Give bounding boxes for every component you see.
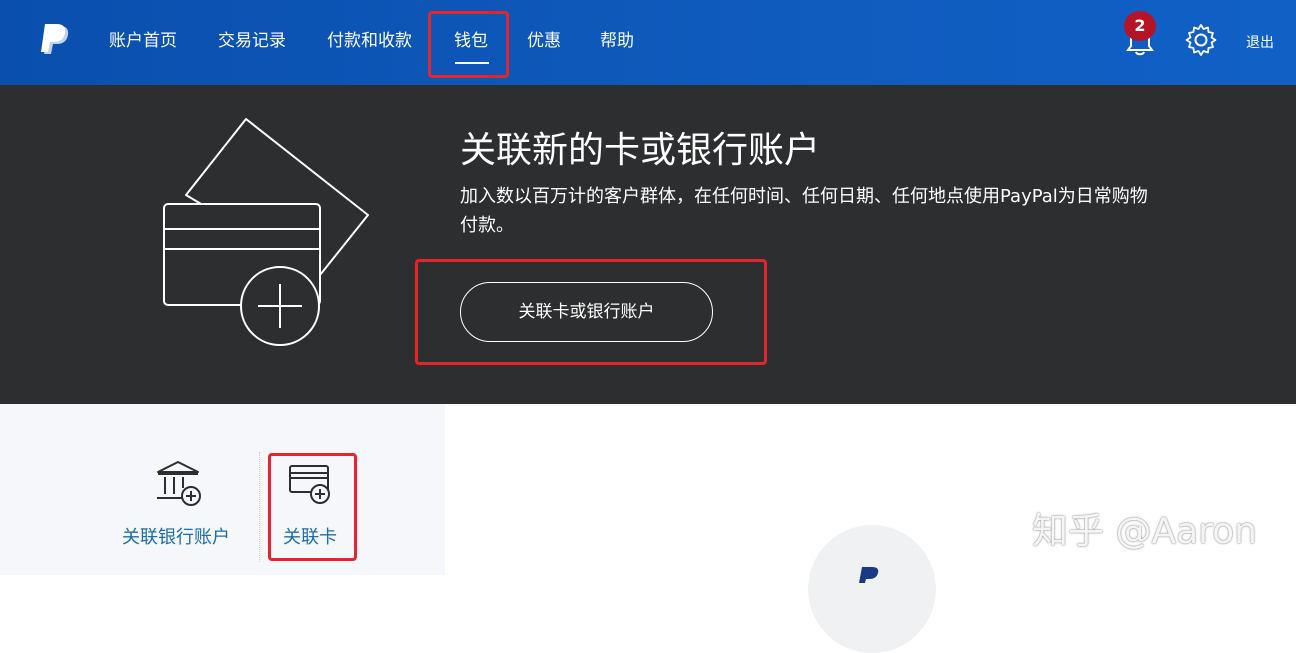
nav-help[interactable]: 帮助 [600, 30, 634, 52]
banner-description: 加入数以百万计的客户群体，在任何时间、任何日期、任何地点使用PayPal为日常购… [460, 186, 1148, 236]
options-divider [259, 452, 260, 562]
watermark: 知乎 @Aaron [1032, 511, 1257, 552]
nav-account-home[interactable]: 账户首页 [109, 30, 177, 52]
top-navigation-bar: 账户首页 交易记录 付款和收款 钱包 优惠 帮助 2 退出 [0, 0, 1296, 85]
paypal-circle-badge [808, 525, 936, 653]
paypal-logo-icon[interactable] [38, 22, 74, 58]
nav-pay-and-receive[interactable]: 付款和收款 [327, 30, 412, 52]
link-options-panel [0, 404, 445, 575]
nav-offers[interactable]: 优惠 [527, 30, 561, 52]
card-plus-illustration [163, 118, 369, 346]
wallet-highlight-box [428, 11, 509, 78]
button-highlight-box [415, 259, 767, 365]
notification-badge[interactable]: 2 [1124, 11, 1156, 41]
card-option-highlight-box [268, 453, 357, 561]
gear-icon[interactable] [1184, 23, 1218, 57]
paypal-small-logo-icon [859, 567, 879, 583]
nav-transactions[interactable]: 交易记录 [218, 30, 286, 52]
bank-plus-icon[interactable] [154, 458, 204, 508]
logout-link[interactable]: 退出 [1246, 32, 1274, 52]
link-bank-account-option[interactable]: 关联银行账户 [122, 523, 230, 549]
banner-title: 关联新的卡或银行账户 [460, 130, 821, 171]
